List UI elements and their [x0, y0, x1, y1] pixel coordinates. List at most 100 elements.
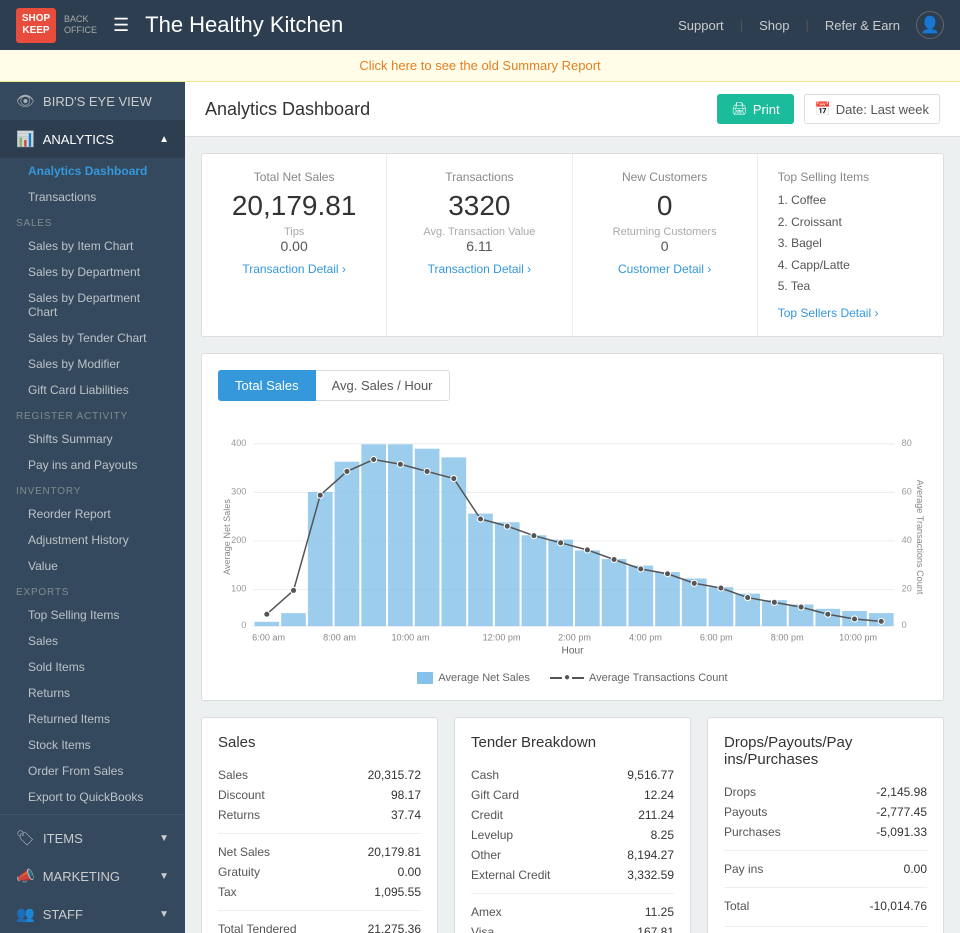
user-icon[interactable]: 👤 — [916, 11, 944, 39]
items-icon: 🏷 — [16, 829, 35, 847]
sidebar-sub-order[interactable]: Order From Sales — [0, 758, 185, 784]
sidebar-sub-top-selling[interactable]: Top Selling Items — [0, 602, 185, 628]
sidebar-sub-dept-chart[interactable]: Sales by Department Chart — [0, 285, 185, 325]
banner[interactable]: Click here to see the old Summary Report — [0, 50, 960, 82]
sidebar-sub-shifts[interactable]: Shifts Summary — [0, 426, 185, 452]
svg-text:Average Transactions Count: Average Transactions Count — [915, 480, 925, 595]
sales-row-netsales: Net Sales20,179.81 — [218, 842, 421, 862]
total-net-sales-label: Total Net Sales — [218, 170, 370, 184]
sidebar-item-analytics[interactable]: 📊 ANALYTICS ▲ — [0, 120, 185, 158]
svg-text:4:00 pm: 4:00 pm — [629, 632, 662, 642]
analytics-label: ANALYTICS — [43, 132, 114, 147]
svg-text:12:00 pm: 12:00 pm — [483, 632, 521, 642]
svg-text:0: 0 — [902, 620, 907, 630]
sidebar-sub-stock[interactable]: Stock Items — [0, 732, 185, 758]
chart-tab-avg[interactable]: Avg. Sales / Hour — [316, 370, 450, 401]
customer-detail-link[interactable]: Customer Detail › — [589, 262, 741, 276]
svg-text:300: 300 — [231, 486, 246, 496]
sidebar-item-staff[interactable]: 👥 STAFF ▼ — [0, 895, 185, 933]
legend-bar-label: Average Net Sales — [438, 672, 530, 684]
sidebar-sub-dept[interactable]: Sales by Department — [0, 259, 185, 285]
svg-text:20: 20 — [902, 584, 912, 594]
sales-row-sales: Sales20,315.72 — [218, 765, 421, 785]
top-seller-2: 2. Croissant — [778, 212, 923, 234]
new-customers-label: New Customers — [589, 170, 741, 184]
sidebar-sub-adjustment[interactable]: Adjustment History — [0, 527, 185, 553]
shop-link[interactable]: Shop — [759, 18, 789, 33]
payins-row: Pay ins0.00 — [724, 859, 927, 879]
drops-row: Drops-2,145.98 — [724, 782, 927, 802]
transactions-label: Transactions — [28, 190, 96, 204]
trans-detail-link2[interactable]: Transaction Detail › — [403, 262, 555, 276]
logo-subtitle: BACKOFFICE — [64, 14, 97, 36]
transactions-label: Transactions — [403, 170, 555, 184]
legend-line-item: ● Average Transactions Count — [550, 672, 728, 684]
tips-label: Tips — [218, 226, 370, 238]
legend-line-dash2 — [572, 677, 584, 679]
sidebar-item-birds-eye[interactable]: 👁 BIRD'S EYE VIEW — [0, 82, 185, 120]
chart-container: 400 300 200 100 0 80 60 40 20 0 — [218, 417, 927, 660]
legend-dot: ● — [564, 672, 570, 683]
bird-eye-label: BIRD'S EYE VIEW — [43, 94, 152, 109]
date-filter[interactable]: 📅 Date: Last week — [804, 94, 940, 124]
new-customers-value: 0 — [589, 190, 741, 222]
sidebar-sub-reorder[interactable]: Reorder Report — [0, 501, 185, 527]
sidebar-sub-payins[interactable]: Pay ins and Payouts — [0, 452, 185, 478]
tender-card-title: Tender Breakdown — [471, 734, 674, 751]
chevron-up-icon: ▲ — [159, 134, 169, 145]
svg-text:8:00 pm: 8:00 pm — [771, 632, 804, 642]
sidebar-sub-sold[interactable]: Sold Items — [0, 654, 185, 680]
top-sellers-link[interactable]: Top Sellers Detail › — [778, 306, 923, 320]
content: Analytics Dashboard 🖨 Print 📅 Date: Last… — [185, 82, 960, 933]
bar-line-chart: 400 300 200 100 0 80 60 40 20 0 — [218, 417, 927, 657]
chart-section: Total Sales Avg. Sales / Hour 400 300 20… — [201, 353, 944, 701]
legend-line-label: Average Transactions Count — [589, 672, 728, 684]
drops-card-title: Drops/Payouts/Pay ins/Purchases — [724, 734, 927, 768]
date-label: Date: Last week — [836, 102, 929, 117]
tender-other: Other8,194.27 — [471, 845, 674, 865]
support-link[interactable]: Support — [678, 18, 724, 33]
bottom-section: Sales Sales20,315.72 Discount98.17 Retur… — [201, 717, 944, 933]
top-seller-3: 3. Bagel — [778, 233, 923, 255]
print-button[interactable]: 🖨 Print — [717, 94, 793, 124]
page-header: Analytics Dashboard 🖨 Print 📅 Date: Last… — [185, 82, 960, 137]
tender-visa: Visa167.81 — [471, 922, 674, 933]
tender-levelup: Levelup8.25 — [471, 825, 674, 845]
customers-card: New Customers 0 Returning Customers 0 Cu… — [573, 154, 758, 336]
chevron-down-icon2: ▼ — [159, 871, 169, 882]
total-net-sales-card: Total Net Sales 20,179.81 Tips 0.00 Tran… — [202, 154, 387, 336]
tips-value: 0.00 — [218, 238, 370, 254]
sidebar-sub-sales[interactable]: Sales — [0, 628, 185, 654]
sidebar-sub-modifier[interactable]: Sales by Modifier — [0, 351, 185, 377]
legend-bar-box — [417, 672, 433, 684]
tender-credit: Credit211.24 — [471, 805, 674, 825]
sidebar-sub-returns[interactable]: Returns — [0, 680, 185, 706]
banner-text: Click here to see the old Summary Report — [359, 58, 600, 73]
legend-line-dash — [550, 677, 562, 679]
sidebar-item-marketing[interactable]: 📣 MARKETING ▼ — [0, 857, 185, 895]
sidebar-sub-value[interactable]: Value — [0, 553, 185, 579]
sidebar-sub-quickbooks[interactable]: Export to QuickBooks — [0, 784, 185, 810]
svg-text:10:00 pm: 10:00 pm — [839, 632, 877, 642]
dashboard-label: Analytics Dashboard — [28, 164, 147, 178]
drops-detail-link[interactable]: Drops/Payouts/Pay ins/Purchases Detail › — [724, 926, 927, 933]
sidebar-sub-transactions[interactable]: Transactions — [0, 184, 185, 210]
print-label: Print — [753, 102, 780, 117]
logo[interactable]: SHOPKEEP BACKOFFICE — [16, 8, 97, 43]
sidebar-item-items[interactable]: 🏷 ITEMS ▼ — [0, 819, 185, 857]
sidebar-sub-tender-chart[interactable]: Sales by Tender Chart — [0, 325, 185, 351]
sidebar-sub-gift[interactable]: Gift Card Liabilities — [0, 377, 185, 403]
sidebar-sub-item-chart[interactable]: Sales by Item Chart — [0, 233, 185, 259]
sidebar-sub-dashboard[interactable]: Analytics Dashboard — [0, 158, 185, 184]
logo-box: SHOPKEEP — [16, 8, 56, 43]
tender-card: Tender Breakdown Cash9,516.77 Gift Card1… — [454, 717, 691, 933]
sidebar-sub-returned[interactable]: Returned Items — [0, 706, 185, 732]
stats-row: Total Net Sales 20,179.81 Tips 0.00 Tran… — [201, 153, 944, 337]
chevron-down-icon3: ▼ — [159, 909, 169, 920]
svg-text:6:00 am: 6:00 am — [252, 632, 285, 642]
refer-link[interactable]: Refer & Earn — [825, 18, 900, 33]
printer-icon: 🖨 — [731, 101, 748, 117]
hamburger-icon[interactable]: ☰ — [113, 15, 129, 36]
transaction-detail-link[interactable]: Transaction Detail › — [218, 262, 370, 276]
chart-tab-total[interactable]: Total Sales — [218, 370, 316, 401]
